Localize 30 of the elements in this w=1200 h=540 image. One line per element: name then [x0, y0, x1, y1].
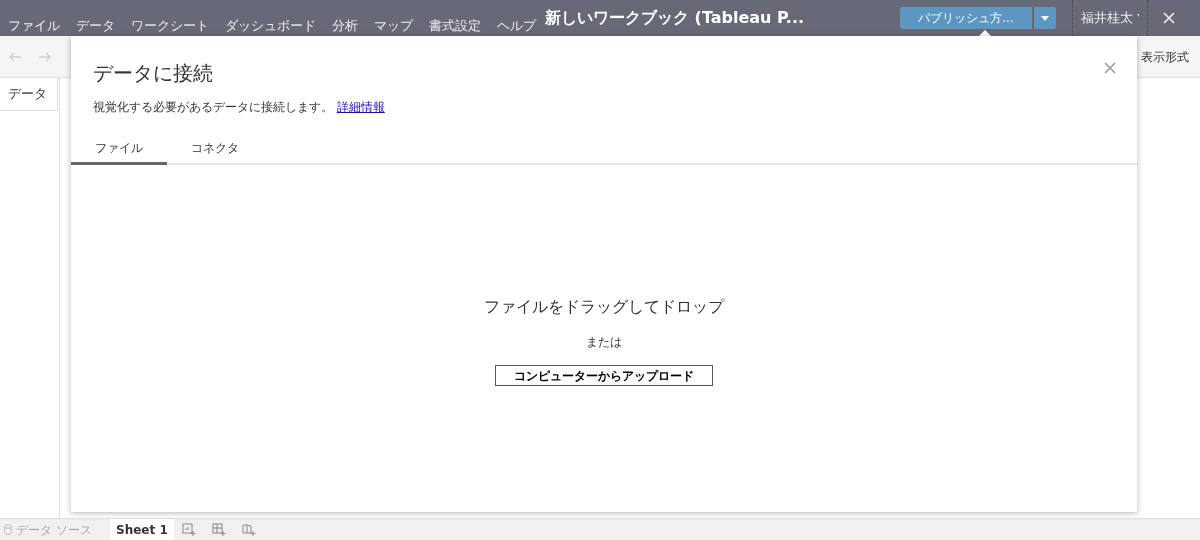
toolbar-label[interactable]: 表示形式: [1141, 47, 1189, 66]
menu-item[interactable]: マップ: [366, 16, 421, 36]
details-link[interactable]: 詳細情報: [336, 100, 385, 114]
user-menu[interactable]: 福井桂太: [1081, 8, 1133, 28]
close-icon[interactable]: [1104, 62, 1116, 74]
dialog-tab[interactable]: コネクタ: [167, 135, 263, 165]
back-arrow-icon[interactable]: [8, 51, 22, 62]
menu-item[interactable]: ダッシュボード: [217, 16, 324, 36]
new-dashboard-icon[interactable]: [211, 522, 226, 537]
sheet-tab[interactable]: Sheet 1: [110, 518, 174, 540]
publish-menu-button[interactable]: [1034, 7, 1056, 29]
new-sheet-icon[interactable]: [181, 522, 196, 537]
upload-button[interactable]: コンピューターからアップロード: [495, 365, 713, 386]
dialog-title: データに接続: [93, 60, 213, 87]
dialog-description: 視覚化する必要があるデータに接続します。: [93, 100, 333, 114]
publish-button[interactable]: パブリッシュ方...: [900, 7, 1032, 29]
menu-item[interactable]: データ: [68, 16, 123, 36]
menu-item[interactable]: ワークシート: [123, 16, 217, 36]
menu-item[interactable]: 書式設定: [421, 16, 489, 36]
database-icon: [4, 524, 12, 535]
menu-item[interactable]: ヘルプ: [489, 16, 544, 36]
menu-item[interactable]: 分析: [324, 16, 366, 36]
menu-item[interactable]: ファイル: [0, 16, 68, 36]
new-story-icon[interactable]: [241, 522, 256, 537]
window-title: 新しいワークブック (Tableau P...: [545, 7, 806, 29]
forward-arrow-icon[interactable]: [38, 51, 52, 62]
dialog-tab[interactable]: ファイル: [71, 135, 167, 165]
or-text: または: [586, 334, 622, 351]
drop-zone-text: ファイルをドラッグしてドロップ: [484, 296, 724, 318]
side-panel-tab[interactable]: データ: [0, 78, 58, 111]
